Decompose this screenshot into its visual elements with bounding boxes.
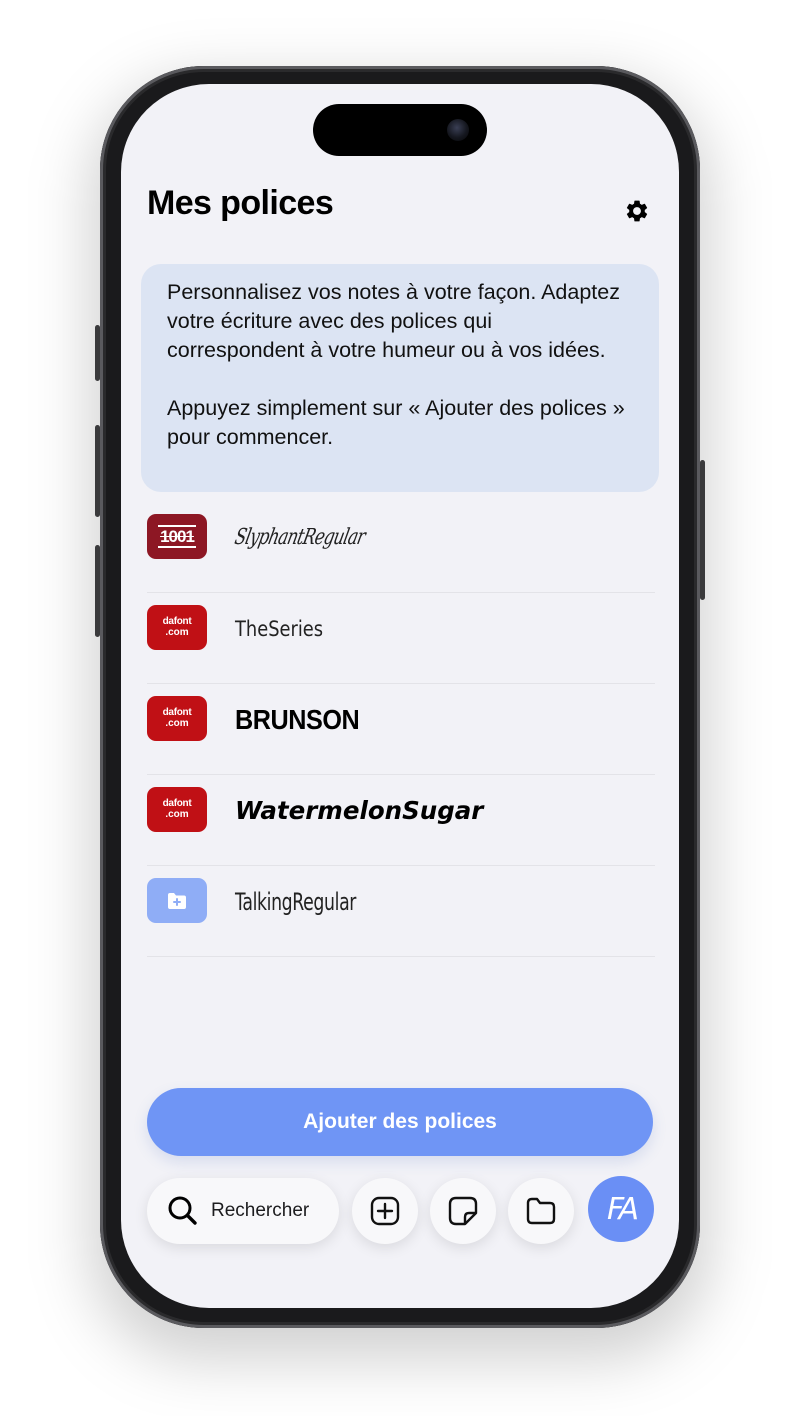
font-row-brunson[interactable]: dafont .com BRUNSON bbox=[147, 684, 655, 775]
font-name: WatermelonSugar bbox=[235, 796, 484, 825]
plus-square-icon bbox=[370, 1196, 400, 1226]
fonts-tab-button[interactable]: FA bbox=[588, 1176, 654, 1242]
info-card: Personnalisez vos notes à votre façon. A… bbox=[141, 264, 659, 492]
folder-icon bbox=[526, 1197, 556, 1225]
font-row-theseries[interactable]: dafont .com TheSeries bbox=[147, 593, 655, 684]
gear-icon[interactable] bbox=[624, 198, 650, 224]
page-title: Mes polices bbox=[147, 184, 334, 222]
font-name: TalkingRegular bbox=[235, 888, 357, 916]
info-text-intro: Personnalisez vos notes à votre façon. A… bbox=[167, 280, 620, 362]
sticky-note-button[interactable] bbox=[430, 1178, 496, 1244]
font-list: 1001 SlyphantRegular dafont .com TheSeri… bbox=[147, 502, 655, 957]
dafont-icon: dafont .com bbox=[147, 605, 207, 650]
font-row-slyphant[interactable]: 1001 SlyphantRegular bbox=[147, 502, 655, 593]
power-button bbox=[700, 460, 705, 600]
search-button[interactable]: Rechercher bbox=[147, 1178, 339, 1244]
front-camera bbox=[447, 119, 469, 141]
bottom-toolbar: Rechercher FA bbox=[121, 1176, 679, 1248]
font-name: SlyphantRegular bbox=[232, 525, 368, 550]
search-icon bbox=[168, 1196, 197, 1225]
source-1001-icon: 1001 bbox=[147, 514, 207, 559]
new-note-button[interactable] bbox=[352, 1178, 418, 1244]
sticky-note-icon bbox=[448, 1196, 478, 1226]
add-fonts-button[interactable]: Ajouter des polices bbox=[147, 1088, 653, 1156]
dynamic-island bbox=[313, 104, 487, 156]
folder-plus-icon bbox=[147, 878, 207, 923]
volume-up-button bbox=[95, 425, 100, 517]
font-name: TheSeries bbox=[235, 617, 324, 641]
action-button bbox=[95, 325, 100, 381]
folders-button[interactable] bbox=[508, 1178, 574, 1244]
font-row-talkingregular[interactable]: TalkingRegular bbox=[147, 866, 655, 957]
search-label: Rechercher bbox=[211, 1200, 310, 1221]
fonts-icon: FA bbox=[606, 1191, 639, 1227]
app-screen: Mes polices Personnalisez vos notes à vo… bbox=[121, 84, 679, 1308]
volume-down-button bbox=[95, 545, 100, 637]
dafont-icon: dafont .com bbox=[147, 787, 207, 832]
font-name: BRUNSON bbox=[235, 704, 360, 735]
font-row-watermelonsugar[interactable]: dafont .com WatermelonSugar bbox=[147, 775, 655, 866]
dafont-icon: dafont .com bbox=[147, 696, 207, 741]
info-text-instruction: Appuyez simplement sur « Ajouter des pol… bbox=[167, 396, 625, 449]
